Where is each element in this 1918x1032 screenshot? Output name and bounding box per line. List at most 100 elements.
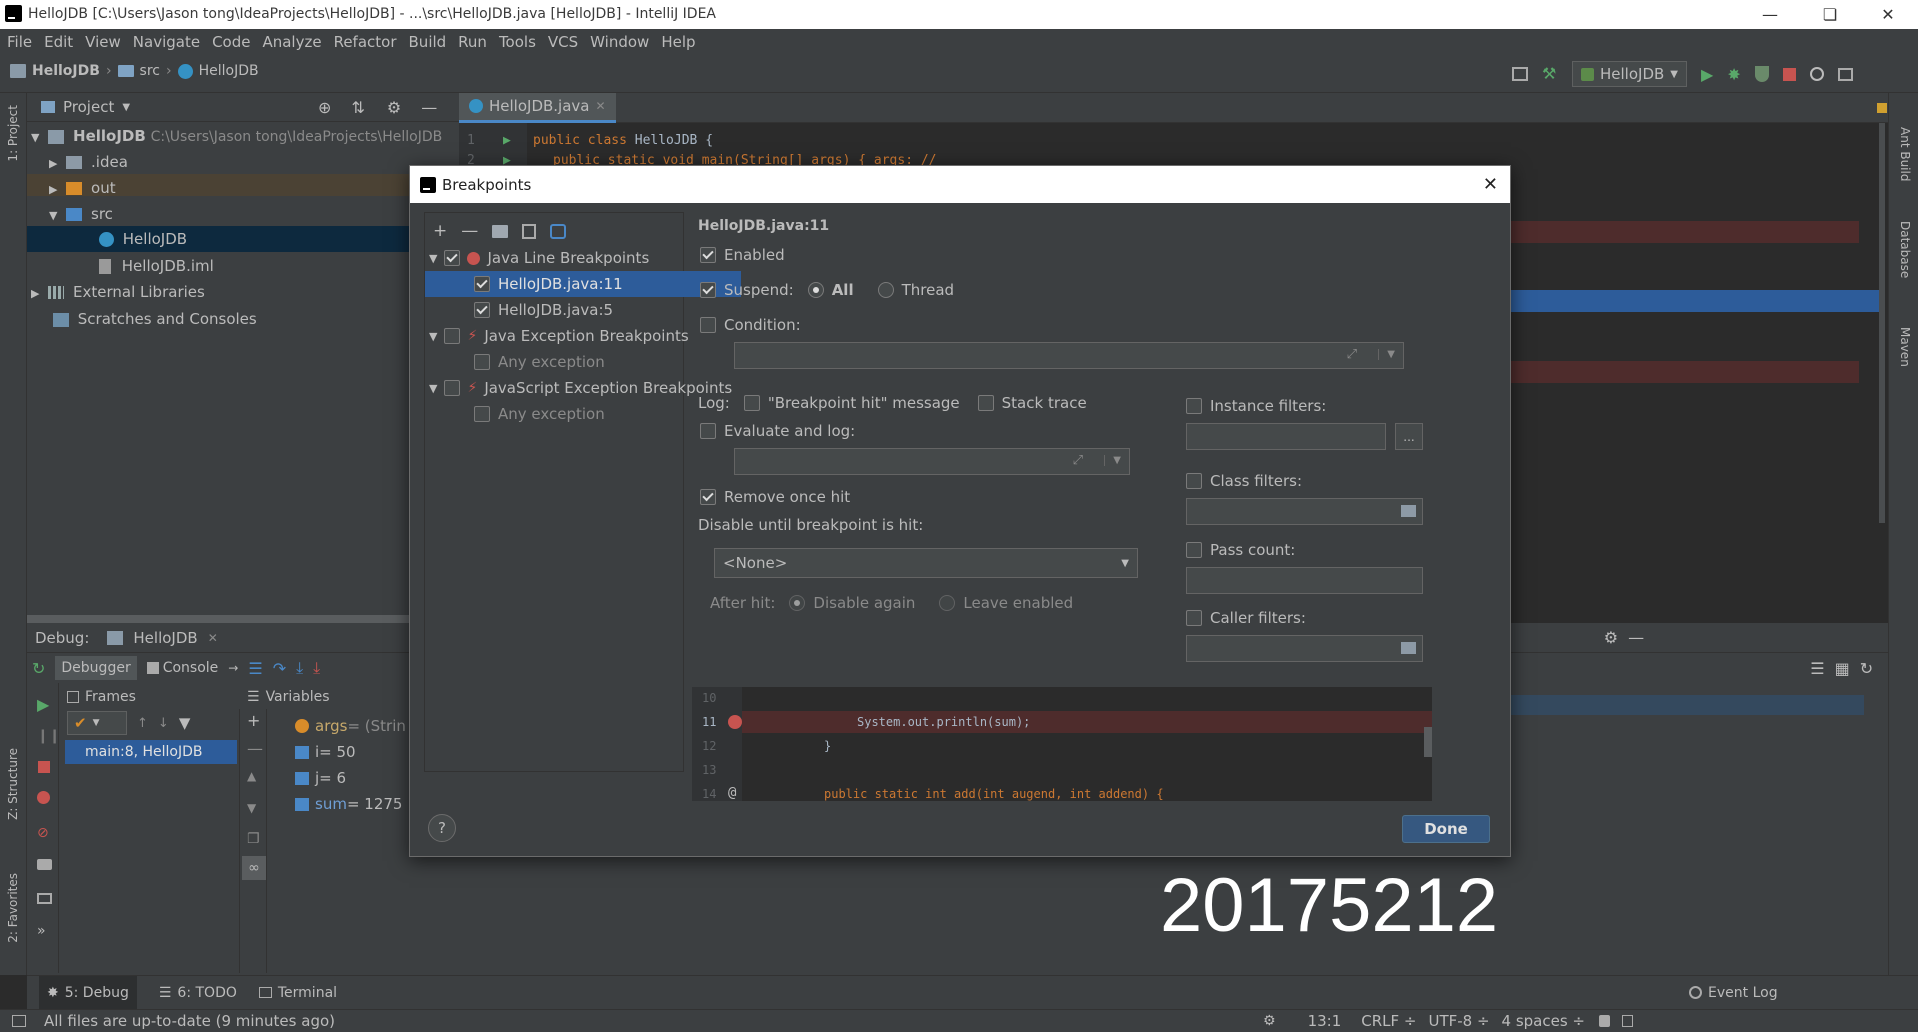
instance-filters-checkbox[interactable] bbox=[1186, 398, 1202, 414]
resume-icon[interactable]: ▶ bbox=[37, 695, 49, 714]
favorites-tool-tab[interactable]: 2: Favorites bbox=[6, 873, 20, 943]
editor-scrollbar[interactable] bbox=[1879, 123, 1885, 523]
console-tab[interactable]: Console bbox=[163, 660, 219, 676]
inspection-icon[interactable]: ⚙ bbox=[1263, 1013, 1276, 1029]
project-panel-title[interactable]: Project bbox=[63, 98, 114, 116]
tree-row-external-libraries[interactable]: ▶ External Libraries bbox=[31, 283, 205, 301]
stack-trace-checkbox[interactable] bbox=[977, 395, 994, 411]
search-icon[interactable] bbox=[1809, 67, 1824, 81]
maven-tool-tab[interactable]: Maven bbox=[1898, 327, 1912, 367]
remove-icon[interactable]: — bbox=[461, 221, 478, 241]
breakpoint-checkbox[interactable] bbox=[474, 406, 490, 422]
leave-enabled-radio[interactable] bbox=[939, 595, 956, 611]
chevron-down-icon[interactable]: ▼ bbox=[122, 102, 130, 113]
run-gutter-icon[interactable]: ▶ bbox=[503, 133, 533, 148]
tree-node-js-exception[interactable]: ▼ ⚡ JavaScript Exception Breakpoints bbox=[429, 375, 732, 401]
more-icon[interactable]: » bbox=[37, 923, 46, 939]
event-log-tool-tab[interactable]: Event Log bbox=[1689, 985, 1778, 1001]
restore-layout-icon[interactable]: ▦ bbox=[1835, 659, 1850, 678]
menu-analyze[interactable]: Analyze bbox=[262, 33, 321, 51]
class-filters-option[interactable]: Class filters: bbox=[1186, 472, 1302, 490]
menu-help[interactable]: Help bbox=[661, 33, 695, 51]
thread-select[interactable]: ✔ ▼ bbox=[67, 711, 127, 735]
terminal-tool-tab[interactable]: Terminal bbox=[258, 985, 337, 1001]
run-icon[interactable]: ▶ bbox=[1701, 65, 1713, 84]
mute-breakpoints-icon[interactable]: ⊘ bbox=[37, 825, 49, 841]
group-by-package-icon[interactable] bbox=[492, 224, 509, 238]
editor-tab-hellojdb[interactable]: HelloJDB.java ✕ bbox=[459, 92, 616, 123]
remove-watch-icon[interactable]: — bbox=[247, 739, 263, 758]
frame-item-selected[interactable]: main:8, HelloJDB bbox=[65, 740, 237, 764]
status-icon[interactable] bbox=[12, 1015, 26, 1027]
suspend-thread-radio[interactable] bbox=[877, 282, 894, 298]
tree-node-java-line[interactable]: ▼ Java Line Breakpoints bbox=[429, 245, 649, 271]
close-icon[interactable]: ✕ bbox=[595, 99, 605, 113]
disable-until-select[interactable]: <None> ▼ bbox=[714, 548, 1138, 578]
ant-build-tool-tab[interactable]: Ant Build bbox=[1898, 127, 1912, 181]
breakpoint-hit-icon[interactable] bbox=[728, 715, 742, 729]
class-filters-checkbox[interactable] bbox=[1186, 473, 1202, 489]
force-step-into-icon[interactable]: ⤓ bbox=[313, 658, 320, 678]
tree-row-root[interactable]: ▼ HelloJDB C:\Users\Jason tong\IdeaProje… bbox=[31, 127, 442, 145]
stop-icon[interactable] bbox=[38, 761, 50, 773]
menu-refactor[interactable]: Refactor bbox=[334, 33, 397, 51]
breadcrumb-file[interactable]: HelloJDB bbox=[199, 63, 259, 79]
pass-count-option[interactable]: Pass count: bbox=[1186, 541, 1295, 559]
breadcrumb-folder[interactable]: src bbox=[140, 63, 160, 79]
pass-count-input[interactable] bbox=[1186, 567, 1423, 594]
menu-navigate[interactable]: Navigate bbox=[133, 33, 200, 51]
view-breakpoints-icon[interactable] bbox=[37, 791, 50, 804]
menu-code[interactable]: Code bbox=[212, 33, 250, 51]
caller-filters-checkbox[interactable] bbox=[1186, 610, 1202, 626]
indent-setting[interactable]: 4 spaces ÷ bbox=[1502, 1012, 1585, 1030]
minimize-button[interactable]: — bbox=[1748, 0, 1792, 29]
add-icon[interactable]: + bbox=[433, 221, 447, 241]
group-checkbox[interactable] bbox=[444, 380, 461, 396]
rerun-icon[interactable]: ↻ bbox=[32, 659, 45, 678]
collapse-all-icon[interactable]: ⇅ bbox=[351, 98, 364, 117]
file-encoding[interactable]: UTF-8 ÷ bbox=[1428, 1012, 1489, 1030]
layout-options-icon[interactable]: ☰ bbox=[1810, 659, 1824, 678]
menu-window[interactable]: Window bbox=[590, 33, 649, 51]
instance-filters-option[interactable]: Instance filters: bbox=[1186, 397, 1326, 415]
caller-filters-input[interactable] bbox=[1186, 635, 1423, 662]
menu-vcs[interactable]: VCS bbox=[548, 33, 578, 51]
move-up-icon[interactable]: ▲ bbox=[247, 769, 256, 783]
down-icon[interactable]: ↓ bbox=[158, 716, 169, 731]
debug-session-tab[interactable]: HelloJDB bbox=[133, 629, 197, 647]
help-button[interactable]: ? bbox=[428, 814, 456, 842]
log-message-checkbox[interactable] bbox=[743, 395, 760, 411]
expand-icon[interactable]: ⤢ bbox=[1073, 453, 1083, 468]
pause-icon[interactable]: ❙❙ bbox=[37, 728, 60, 744]
structure-tool-tab[interactable]: Z: Structure bbox=[6, 748, 20, 820]
camera-icon[interactable] bbox=[37, 859, 52, 870]
tree-row-idea[interactable]: ▶ .idea bbox=[49, 153, 128, 171]
tree-node-bp-5[interactable]: HelloJDB.java:5 bbox=[474, 297, 613, 323]
close-window-button[interactable]: ✕ bbox=[1866, 0, 1910, 29]
breakpoint-checkbox[interactable] bbox=[474, 354, 490, 370]
group-by-file-icon[interactable] bbox=[522, 223, 537, 239]
condition-option[interactable]: Condition: bbox=[700, 316, 801, 334]
build-hammer-icon[interactable]: ⚒ bbox=[1542, 66, 1558, 82]
suspend-checkbox[interactable] bbox=[700, 282, 716, 298]
tree-node-any-exception[interactable]: Any exception bbox=[474, 349, 605, 375]
breadcrumb-project[interactable]: HelloJDB bbox=[32, 63, 100, 79]
evaluate-option[interactable]: Evaluate and log: bbox=[700, 422, 855, 440]
disable-again-radio[interactable] bbox=[789, 595, 806, 611]
horizontal-scrollbar[interactable] bbox=[27, 615, 427, 623]
pin-icon[interactable]: → bbox=[228, 661, 238, 675]
menu-tools[interactable]: Tools bbox=[499, 33, 536, 51]
chevron-down-icon[interactable]: ▼ bbox=[1378, 349, 1395, 360]
menu-edit[interactable]: Edit bbox=[44, 33, 73, 51]
project-structure-icon[interactable] bbox=[1512, 67, 1528, 81]
coverage-icon[interactable] bbox=[1754, 66, 1769, 82]
line-separator[interactable]: CRLF ÷ bbox=[1361, 1012, 1416, 1030]
menu-file[interactable]: File bbox=[7, 33, 32, 51]
debug-tool-tab[interactable]: ✸ 5: Debug bbox=[39, 976, 137, 1009]
debug-bug-icon[interactable]: ✸ bbox=[1727, 65, 1740, 84]
breakpoint-checkbox[interactable] bbox=[474, 302, 490, 318]
add-watch-icon[interactable]: + bbox=[247, 711, 260, 730]
refresh-icon[interactable]: ↻ bbox=[1860, 659, 1873, 678]
filter-icon[interactable]: ▼ bbox=[179, 714, 191, 732]
remove-once-checkbox[interactable] bbox=[700, 489, 716, 505]
